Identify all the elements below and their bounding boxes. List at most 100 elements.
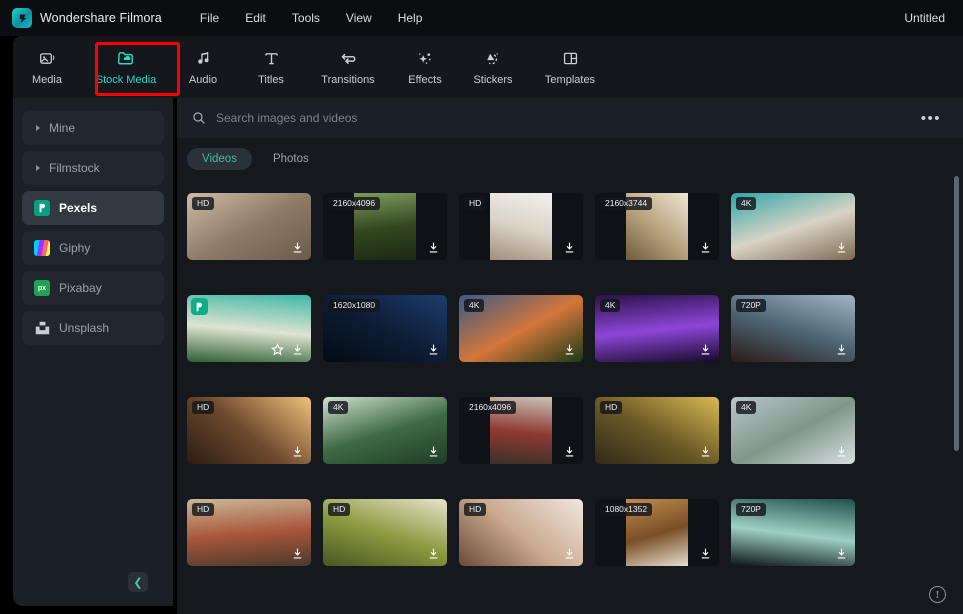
tab-media[interactable]: Media (13, 36, 81, 98)
download-icon[interactable] (290, 444, 305, 459)
folder-cloud-icon (117, 49, 136, 69)
download-icon[interactable] (562, 444, 577, 459)
download-icon[interactable] (426, 240, 441, 255)
sidebar-label-unsplash: Unsplash (59, 321, 110, 335)
transition-arrows-icon (339, 49, 358, 69)
thumbnail-image (490, 193, 552, 260)
download-icon[interactable] (290, 240, 305, 255)
stock-media-card[interactable]: 2160x4096 (459, 397, 583, 464)
layout-panels-icon (562, 49, 579, 69)
search-icon (192, 111, 206, 125)
resolution-badge: 2160x4096 (328, 197, 381, 211)
filmora-logo-icon (12, 8, 32, 28)
resolution-badge: HD (192, 401, 215, 415)
menu-item-view[interactable]: View (346, 11, 372, 25)
sidebar-item-giphy[interactable]: Giphy (22, 231, 164, 265)
tab-titles[interactable]: Titles (237, 36, 305, 98)
tab-effects[interactable]: Effects (391, 36, 459, 98)
resolution-badge: 4K (736, 401, 757, 415)
tab-audio[interactable]: Audio (169, 36, 237, 98)
stock-media-card[interactable]: 4K (323, 397, 447, 464)
alert-circle-icon[interactable]: ! (929, 586, 946, 603)
tab-stickers[interactable]: Stickers (459, 36, 527, 98)
menu-item-help[interactable]: Help (398, 11, 423, 25)
download-icon[interactable] (834, 444, 849, 459)
sidebar-label-giphy: Giphy (59, 241, 91, 255)
download-icon[interactable] (426, 546, 441, 561)
sidebar-item-filmstock[interactable]: Filmstock (22, 151, 164, 185)
download-icon[interactable] (834, 240, 849, 255)
stock-media-card[interactable]: HD (323, 499, 447, 566)
tab-templates[interactable]: Templates (527, 36, 613, 98)
text-t-icon (263, 49, 280, 69)
menu-item-tools[interactable]: Tools (292, 11, 320, 25)
tab-label-templates: Templates (544, 73, 596, 86)
stock-media-card[interactable]: HD (187, 193, 311, 260)
brand-name: Wondershare Filmora (40, 11, 162, 25)
download-icon[interactable] (290, 546, 305, 561)
tab-label-stock-media: Stock Media (95, 73, 157, 86)
tab-label-stickers: Stickers (473, 73, 513, 86)
download-icon[interactable] (562, 546, 577, 561)
tab-transitions[interactable]: Transitions (305, 36, 391, 98)
unsplash-logo-icon (34, 320, 50, 336)
menu-bar: File Edit Tools View Help (200, 11, 423, 25)
download-icon[interactable] (562, 240, 577, 255)
download-icon[interactable] (562, 342, 577, 357)
download-icon[interactable] (426, 342, 441, 357)
stock-media-card[interactable]: HD (459, 499, 583, 566)
pexels-logo-icon (34, 200, 50, 216)
content-scrollbar[interactable] (954, 176, 959, 596)
menu-item-file[interactable]: File (200, 11, 219, 25)
sidebar-label-pexels: Pexels (59, 201, 98, 215)
stock-media-card[interactable]: HD (595, 397, 719, 464)
stock-media-card[interactable]: 720P (731, 295, 855, 362)
scrollbar-thumb[interactable] (954, 176, 959, 451)
music-note-icon (195, 49, 212, 69)
sidebar-collapse-button[interactable]: ❮ (128, 572, 148, 592)
download-icon[interactable] (426, 444, 441, 459)
stock-media-card[interactable]: 720P (731, 499, 855, 566)
download-icon[interactable] (698, 546, 713, 561)
stock-media-card[interactable]: 2160x3744 (595, 193, 719, 260)
sidebar: Mine Filmstock Pexels Giphy px Pixabay U… (13, 98, 173, 606)
image-card-icon (39, 49, 56, 69)
stock-media-card[interactable]: 4K (731, 397, 855, 464)
download-icon[interactable] (290, 342, 305, 357)
download-icon[interactable] (698, 342, 713, 357)
sidebar-item-unsplash[interactable]: Unsplash (22, 311, 164, 345)
sidebar-label-pixabay: Pixabay (59, 281, 102, 295)
chevron-left-icon: ❮ (133, 576, 143, 589)
filter-chip-photos[interactable]: Photos (258, 148, 324, 170)
sidebar-item-pixabay[interactable]: px Pixabay (22, 271, 164, 305)
stock-media-card[interactable] (187, 295, 311, 362)
stock-media-card[interactable]: HD (187, 499, 311, 566)
download-icon[interactable] (698, 240, 713, 255)
tab-stock-media[interactable]: Stock Media (83, 36, 169, 98)
stock-media-card[interactable]: 4K (595, 295, 719, 362)
download-icon[interactable] (834, 546, 849, 561)
resolution-badge: 2160x4096 (464, 401, 517, 415)
sidebar-label-mine: Mine (49, 121, 76, 135)
menu-item-edit[interactable]: Edit (245, 11, 266, 25)
download-icon[interactable] (698, 444, 713, 459)
sidebar-item-pexels[interactable]: Pexels (22, 191, 164, 225)
stock-media-card[interactable]: 1620x1080 (323, 295, 447, 362)
star-icon[interactable] (270, 342, 285, 357)
filter-chip-videos[interactable]: Videos (187, 148, 252, 170)
tab-label-effects: Effects (408, 73, 442, 86)
stock-media-card[interactable]: 4K (459, 295, 583, 362)
stock-media-card[interactable]: 1080x1352 (595, 499, 719, 566)
search-input[interactable] (216, 111, 921, 125)
stock-media-card[interactable]: HD (187, 397, 311, 464)
ellipsis-icon[interactable]: ••• (921, 111, 941, 126)
stock-media-card[interactable]: HD (459, 193, 583, 260)
sidebar-item-mine[interactable]: Mine (22, 111, 164, 145)
download-icon[interactable] (834, 342, 849, 357)
stock-media-card[interactable]: 4K (731, 193, 855, 260)
resolution-badge: 720P (736, 503, 766, 517)
stock-media-grid: HD 2160x4096 HD 2160x3744 4K 1620x1080 4K 4K 720… (187, 193, 947, 593)
sidebar-label-filmstock: Filmstock (49, 161, 100, 175)
document-title: Untitled (904, 11, 945, 25)
stock-media-card[interactable]: 2160x4096 (323, 193, 447, 260)
